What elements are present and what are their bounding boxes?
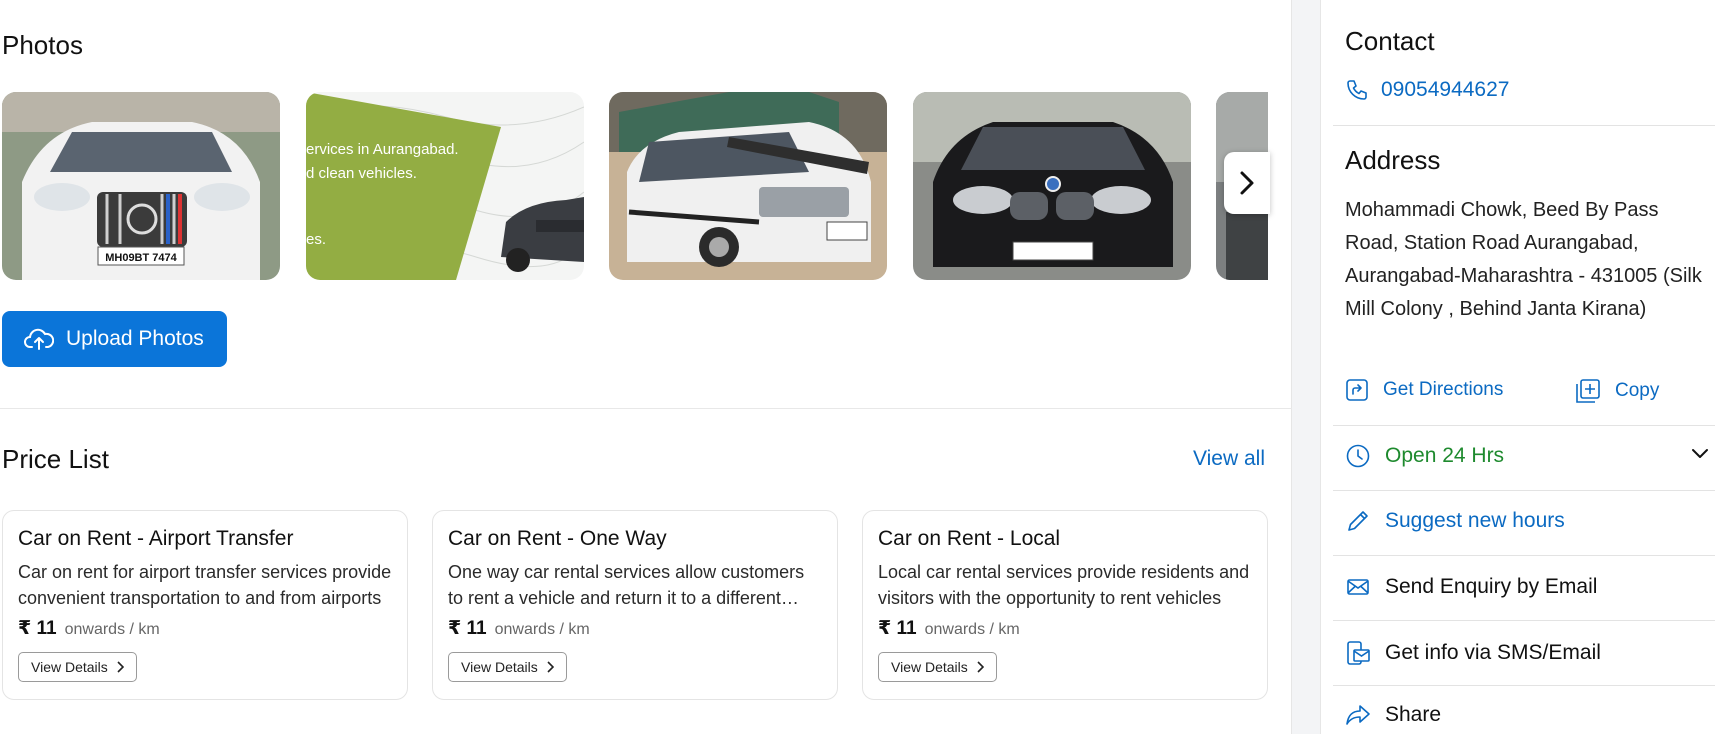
price-value: ₹ 11 (878, 618, 917, 639)
address-title: Address (1345, 145, 1441, 175)
banner-photo: ervices in Aurangabad. d clean vehicles.… (306, 92, 584, 280)
svg-text:ervices in Aurangabad.: ervices in Aurangabad. (306, 141, 459, 158)
carousel-next-button[interactable] (1224, 152, 1270, 214)
price-unit: onwards / km (494, 621, 590, 638)
send-enquiry-row[interactable]: Send Enquiry by Email (1345, 574, 1597, 600)
share-label: Share (1385, 703, 1442, 726)
price-value: ₹ 11 (448, 618, 487, 639)
svg-text:d clean vehicles.: d clean vehicles. (306, 165, 417, 182)
phone-row[interactable]: 09054944627 (1339, 78, 1509, 102)
section-divider (0, 408, 1292, 409)
photo-thumbnail[interactable] (913, 92, 1191, 280)
view-details-button[interactable]: View Details (878, 652, 997, 682)
suggest-hours-label: Suggest new hours (1385, 509, 1565, 532)
cloud-upload-icon (24, 328, 54, 350)
pencil-icon (1348, 511, 1368, 531)
chevron-down-icon[interactable] (1691, 448, 1709, 460)
price-row: ₹ 11 onwards / km (18, 617, 392, 640)
photo-thumbnail[interactable]: MH09BT 7474 (2, 92, 280, 280)
view-details-label: View Details (31, 659, 108, 675)
price-unit: onwards / km (924, 621, 1020, 638)
price-card[interactable]: Car on Rent - Local Local car rental ser… (862, 510, 1268, 700)
copy-icon (1576, 379, 1600, 403)
divider (1333, 425, 1715, 426)
chevron-right-icon (547, 661, 554, 673)
share-row[interactable]: Share (1345, 703, 1441, 727)
price-card-description: Local car rental services provide reside… (878, 562, 1250, 608)
directions-icon (1346, 379, 1368, 401)
car-photo (609, 92, 887, 280)
chevron-right-icon (977, 661, 984, 673)
view-details-label: View Details (891, 659, 968, 675)
car-photo: MH09BT 7474 (2, 92, 280, 280)
hours-label: Open 24 Hrs (1385, 444, 1505, 467)
share-icon (1346, 705, 1370, 725)
car-photo (913, 92, 1191, 280)
send-enquiry-label: Send Enquiry by Email (1385, 575, 1598, 598)
price-unit: onwards / km (64, 621, 160, 638)
price-card-title: Car on Rent - Airport Transfer (18, 527, 294, 550)
get-directions-label: Get Directions (1383, 379, 1504, 400)
photo-thumbnail[interactable] (609, 92, 887, 280)
view-details-label: View Details (461, 659, 538, 675)
contact-sidebar: Contact 09054944627 Address Mohammadi Ch… (1320, 0, 1726, 734)
price-card[interactable]: Car on Rent - One Way One way car rental… (432, 510, 838, 700)
phone-number-link[interactable]: 09054944627 (1381, 78, 1509, 102)
divider (1333, 490, 1715, 491)
mail-icon (1347, 579, 1369, 595)
price-card[interactable]: Car on Rent - Airport Transfer Car on re… (2, 510, 408, 700)
photos-carousel: MH09BT 7474 ervices in Aurangabad. d cle… (2, 92, 1268, 280)
chevron-right-icon (1240, 171, 1254, 195)
get-info-row[interactable]: Get info via SMS/Email (1345, 639, 1601, 667)
photos-title: Photos (2, 30, 83, 60)
get-directions-button[interactable]: Get Directions (1345, 378, 1503, 402)
suggest-hours-row[interactable]: Suggest new hours (1345, 508, 1565, 534)
divider (1333, 125, 1715, 126)
contact-title: Contact (1345, 26, 1435, 56)
hours-row[interactable]: Open 24 Hrs (1345, 443, 1504, 469)
copy-label: Copy (1615, 380, 1660, 401)
price-card-description: Car on rent for airport transfer service… (18, 562, 392, 608)
upload-photos-label: Upload Photos (66, 327, 204, 350)
copy-address-button[interactable]: Copy (1575, 378, 1659, 404)
upload-photos-button[interactable]: Upload Photos (2, 311, 227, 367)
divider (1333, 555, 1715, 556)
sms-email-icon (1347, 641, 1370, 665)
chevron-right-icon (117, 661, 124, 673)
price-card-description: One way car rental services allow custom… (448, 562, 805, 608)
price-row: ₹ 11 onwards / km (448, 617, 822, 640)
price-row: ₹ 11 onwards / km (878, 617, 1252, 640)
view-details-button[interactable]: View Details (448, 652, 567, 682)
main-panel: Photos MH09BT 7474 ervices in Aurangabad… (0, 0, 1292, 734)
view-all-link[interactable]: View all (1193, 447, 1265, 471)
svg-text:es.: es. (306, 231, 326, 248)
price-value: ₹ 11 (18, 618, 57, 639)
phone-icon (1347, 80, 1367, 100)
get-info-label: Get info via SMS/Email (1385, 641, 1601, 664)
clock-icon (1346, 444, 1370, 468)
address-text: Mohammadi Chowk, Beed By Pass Road, Stat… (1345, 199, 1702, 320)
price-list-title: Price List (2, 444, 109, 474)
svg-text:MH09BT 7474: MH09BT 7474 (105, 252, 177, 264)
view-details-button[interactable]: View Details (18, 652, 137, 682)
price-card-title: Car on Rent - Local (878, 527, 1061, 550)
photo-thumbnail[interactable]: ervices in Aurangabad. d clean vehicles.… (306, 92, 584, 280)
price-card-title: Car on Rent - One Way (448, 527, 667, 550)
divider (1333, 685, 1715, 686)
divider (1333, 620, 1715, 621)
